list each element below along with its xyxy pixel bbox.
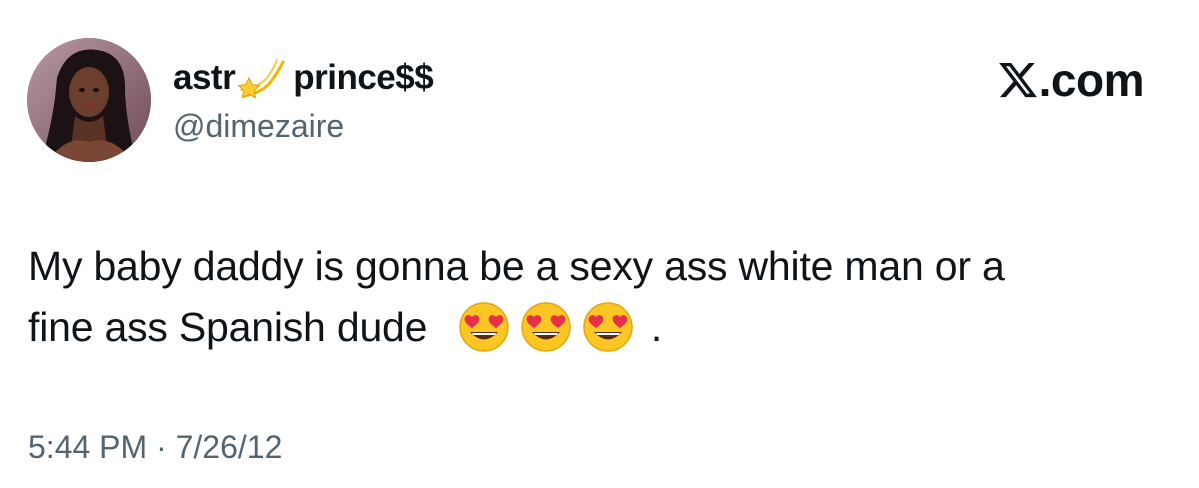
timestamp-separator: · (156, 429, 167, 465)
tweet-text: My baby daddy is gonna be a sexy ass whi… (28, 236, 1178, 358)
tweet-date: 7/26/12 (175, 429, 283, 465)
tweet-end-punctuation: . (650, 304, 663, 350)
heart-eyes-emoji (582, 301, 634, 353)
heart-eyes-emoji (458, 301, 510, 353)
brand-mark: .com (997, 52, 1145, 108)
avatar[interactable] (27, 38, 151, 162)
tweet-time: 5:44 PM (28, 429, 148, 465)
display-name-second: prince$$ (293, 58, 434, 97)
emoji-group (458, 301, 655, 353)
display-name[interactable]: astr prince$$ (173, 56, 434, 100)
tweet-text-line-1: My baby daddy is gonna be a sexy ass whi… (28, 243, 1005, 289)
heart-eyes-emoji (520, 301, 572, 353)
tweet-text-line-2: fine ass Spanish dude . (28, 297, 1178, 358)
avatar-image (27, 38, 151, 162)
shooting-star-icon (237, 56, 289, 100)
brand-suffix: .com (1038, 54, 1145, 106)
tweet-timestamp[interactable]: 5:44 PM · 7/26/12 (28, 427, 282, 467)
user-handle[interactable]: @dimezaire (173, 106, 344, 146)
tweet-card: astr prince$$ @dimezaire .com My baby da… (0, 0, 1199, 488)
x-logo-icon (998, 62, 1037, 98)
display-name-first: astr (173, 58, 236, 97)
tweet-text-line-2-words: fine ass Spanish dude (28, 304, 428, 350)
